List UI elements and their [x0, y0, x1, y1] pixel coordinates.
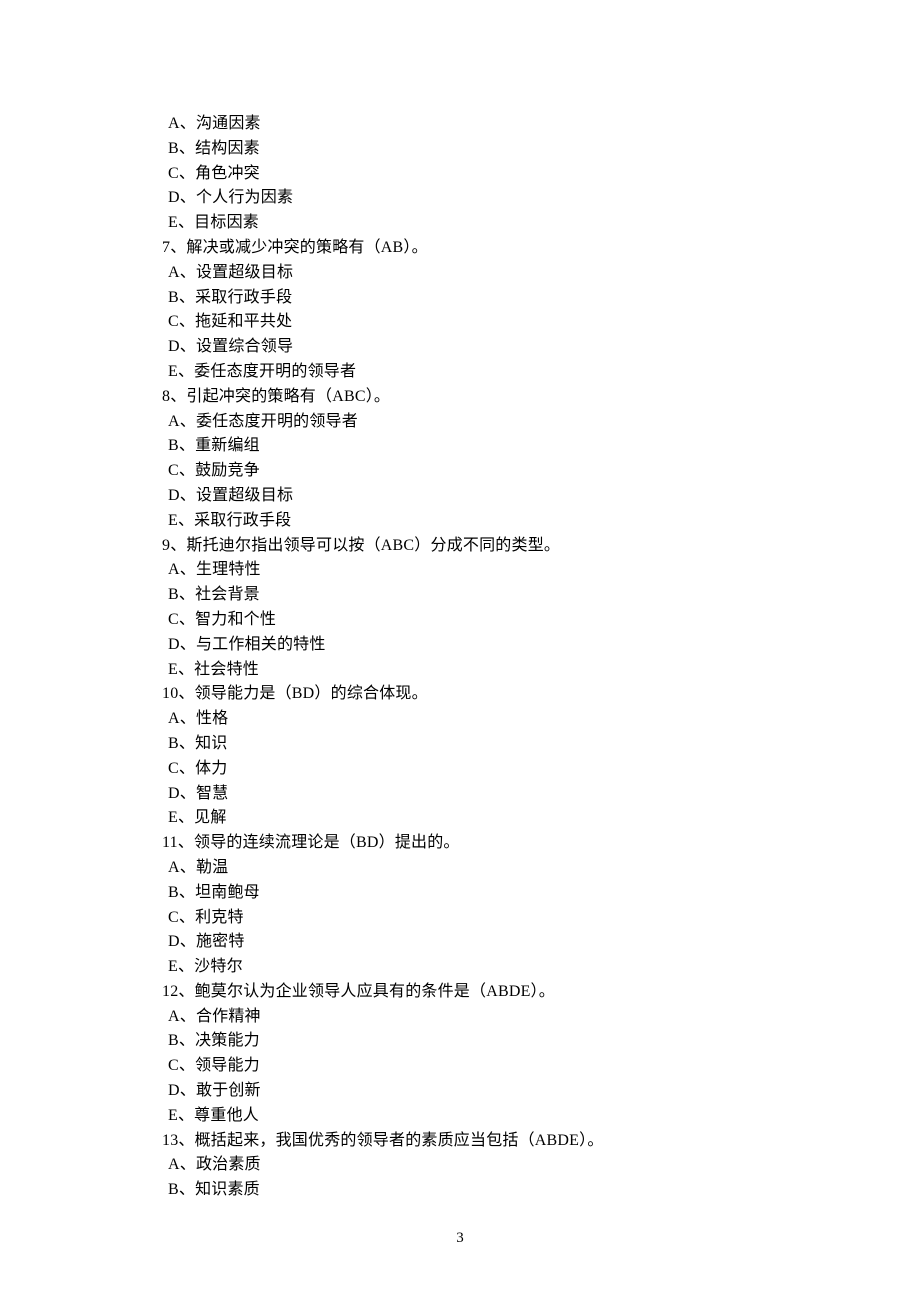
option-text: E、见解 [162, 806, 782, 831]
option-text: B、知识素质 [162, 1178, 782, 1203]
option-text: D、与工作相关的特性 [162, 633, 782, 658]
option-text: E、尊重他人 [162, 1104, 782, 1129]
option-text: D、设置超级目标 [162, 484, 782, 509]
option-text: A、性格 [162, 707, 782, 732]
page-number: 3 [0, 1227, 920, 1250]
question-stem: 7、解决或减少冲突的策略有（AB）。 [162, 236, 782, 261]
option-text: D、智慧 [162, 782, 782, 807]
option-text: B、结构因素 [162, 137, 782, 162]
option-text: A、生理特性 [162, 558, 782, 583]
option-text: D、个人行为因素 [162, 186, 782, 211]
question-stem: 10、领导能力是（BD）的综合体现。 [162, 682, 782, 707]
option-text: B、社会背景 [162, 583, 782, 608]
option-text: A、委任态度开明的领导者 [162, 410, 782, 435]
option-text: C、智力和个性 [162, 608, 782, 633]
option-text: A、设置超级目标 [162, 261, 782, 286]
option-text: B、重新编组 [162, 434, 782, 459]
option-text: C、鼓励竞争 [162, 459, 782, 484]
question-stem: 11、领导的连续流理论是（BD）提出的。 [162, 831, 782, 856]
option-text: C、体力 [162, 757, 782, 782]
option-text: D、敢于创新 [162, 1079, 782, 1104]
option-text: A、勒温 [162, 856, 782, 881]
option-text: E、采取行政手段 [162, 509, 782, 534]
option-text: B、采取行政手段 [162, 286, 782, 311]
option-text: A、合作精神 [162, 1005, 782, 1030]
option-text: B、坦南鲍母 [162, 881, 782, 906]
option-text: A、沟通因素 [162, 112, 782, 137]
option-text: E、社会特性 [162, 658, 782, 683]
document-page: A、沟通因素 B、结构因素 C、角色冲突 D、个人行为因素 E、目标因素 7、解… [0, 0, 782, 1203]
question-stem: 13、概括起来，我国优秀的领导者的素质应当包括（ABDE）。 [162, 1129, 782, 1154]
option-text: C、角色冲突 [162, 162, 782, 187]
option-text: B、决策能力 [162, 1029, 782, 1054]
option-text: E、沙特尔 [162, 955, 782, 980]
option-text: E、委任态度开明的领导者 [162, 360, 782, 385]
option-text: C、领导能力 [162, 1054, 782, 1079]
option-text: D、设置综合领导 [162, 335, 782, 360]
option-text: B、知识 [162, 732, 782, 757]
question-stem: 8、引起冲突的策略有（ABC）。 [162, 385, 782, 410]
option-text: A、政治素质 [162, 1153, 782, 1178]
option-text: C、拖延和平共处 [162, 310, 782, 335]
question-stem: 12、鲍莫尔认为企业领导人应具有的条件是（ABDE）。 [162, 980, 782, 1005]
option-text: E、目标因素 [162, 211, 782, 236]
question-stem: 9、斯托迪尔指出领导可以按（ABC）分成不同的类型。 [162, 534, 782, 559]
option-text: D、施密特 [162, 930, 782, 955]
option-text: C、利克特 [162, 906, 782, 931]
